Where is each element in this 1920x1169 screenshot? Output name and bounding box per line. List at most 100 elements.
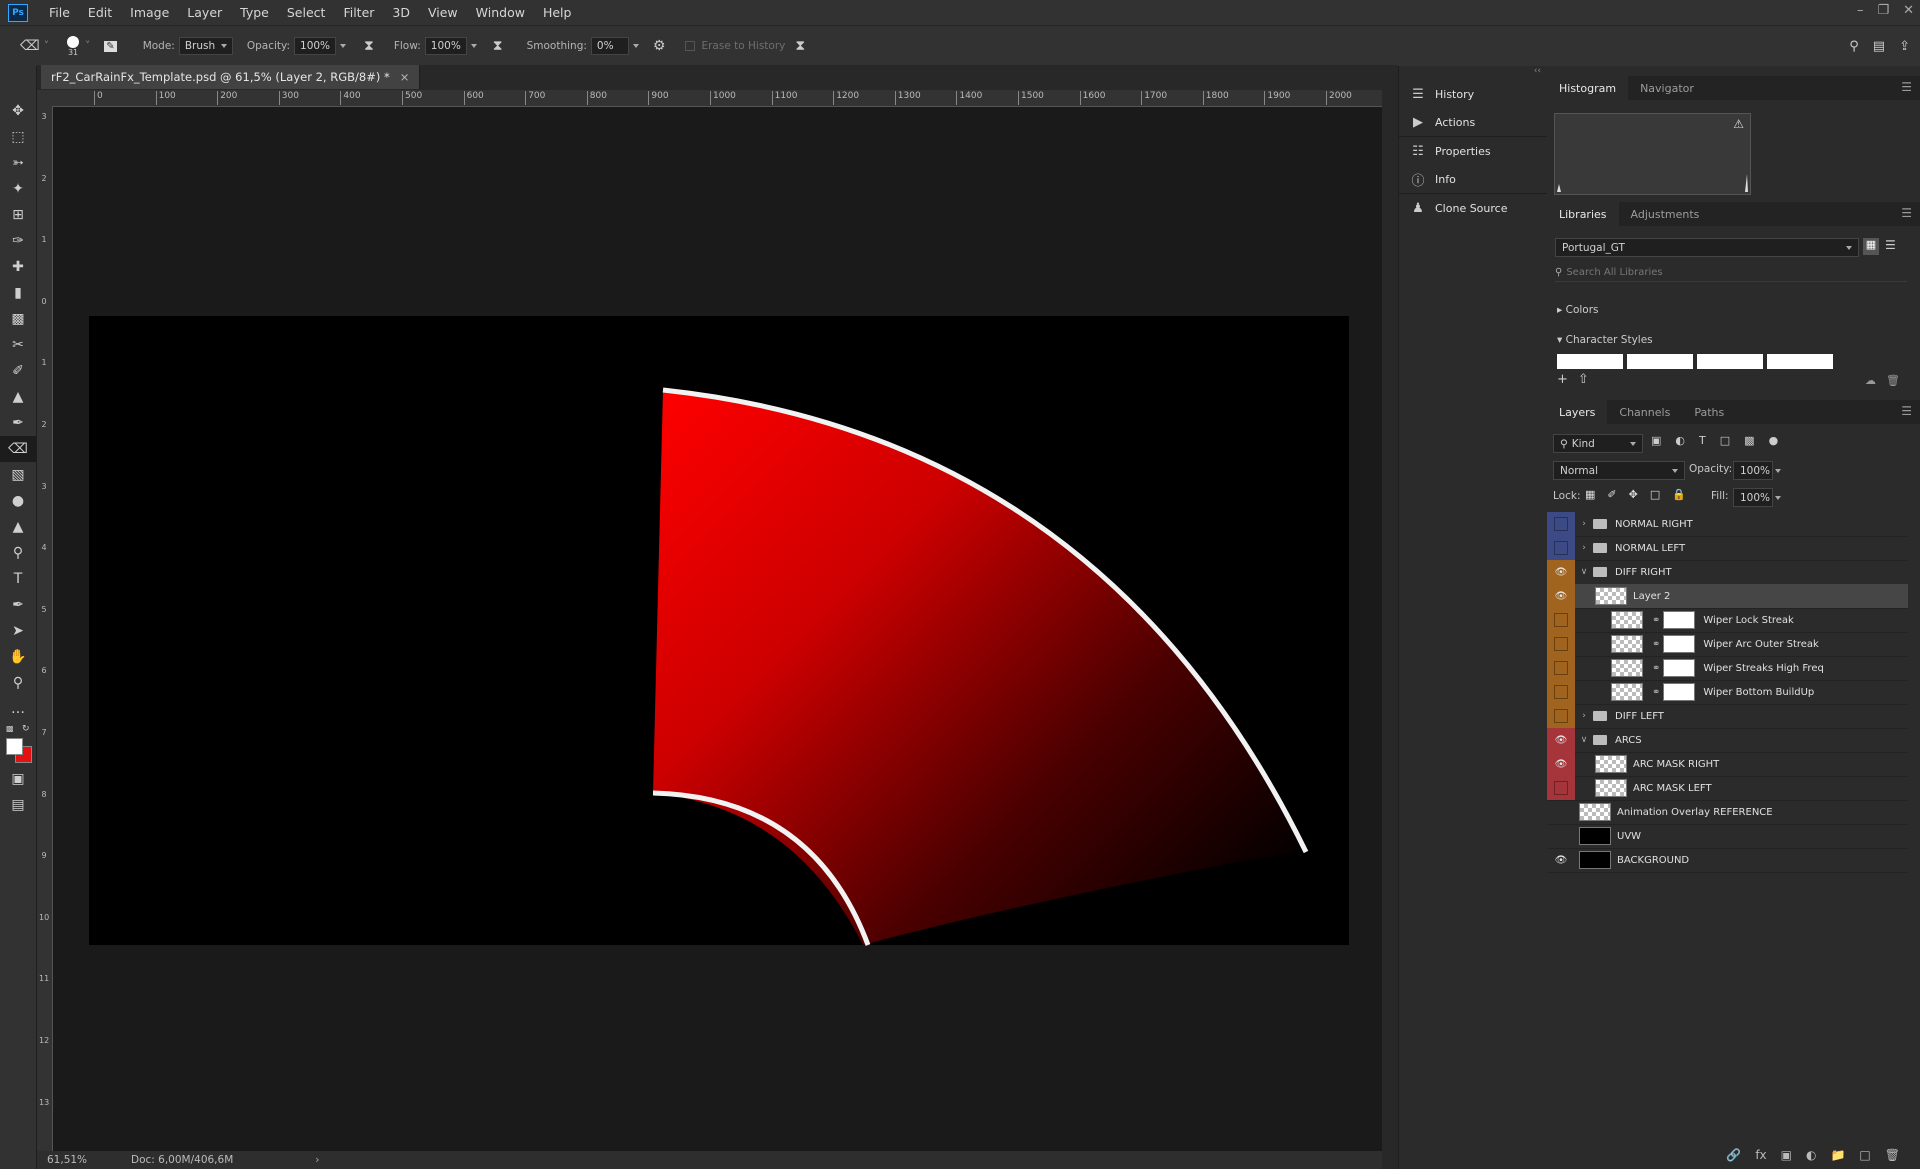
quick-mask-icon[interactable]: ▣ bbox=[0, 766, 36, 792]
layer-row[interactable]: 👁 Layer 2 bbox=[1547, 584, 1908, 609]
lock-artboard-icon[interactable]: □ bbox=[1650, 488, 1660, 501]
screen-mode-icon[interactable]: ▤ bbox=[0, 792, 36, 818]
workspace-icon[interactable]: ▤ bbox=[1873, 39, 1885, 54]
mask-thumbnail[interactable] bbox=[1663, 659, 1696, 677]
brush-preset-picker[interactable]: 31 bbox=[67, 35, 80, 57]
lock-transparent-icon[interactable]: ▦ bbox=[1585, 488, 1595, 501]
visibility-toggle[interactable]: 👁 bbox=[1547, 728, 1575, 752]
canvas-workspace[interactable] bbox=[53, 107, 1382, 1151]
style-thumbnail[interactable] bbox=[1627, 354, 1693, 369]
new-layer-icon[interactable]: □ bbox=[1859, 1148, 1870, 1169]
hand-tool-icon[interactable]: ✋ bbox=[0, 644, 36, 670]
lock-pixels-icon[interactable]: ✐ bbox=[1607, 488, 1616, 501]
layer-thumbnail[interactable] bbox=[1611, 659, 1643, 677]
menu-filter[interactable]: Filter bbox=[334, 5, 383, 20]
tab-histogram[interactable]: Histogram bbox=[1547, 76, 1629, 100]
layer-group-row[interactable]: 👁 ∨ DIFF RIGHT bbox=[1547, 560, 1908, 585]
magic-wand-tool-icon[interactable]: ✦ bbox=[0, 176, 36, 202]
close-tab-icon[interactable]: × bbox=[400, 70, 410, 84]
chevron-down-icon[interactable] bbox=[1769, 463, 1781, 476]
type-tool-icon[interactable]: T bbox=[0, 566, 36, 592]
gradient-tool-icon[interactable]: ▧ bbox=[0, 462, 36, 488]
type-filter-icon[interactable]: T bbox=[1699, 434, 1706, 447]
fx-icon[interactable]: fx bbox=[1755, 1148, 1766, 1169]
tab-paths[interactable]: Paths bbox=[1682, 400, 1736, 424]
layer-thumbnail[interactable] bbox=[1611, 635, 1643, 653]
tab-layers[interactable]: Layers bbox=[1547, 400, 1608, 424]
layer-row[interactable]: 👁 ARC MASK RIGHT bbox=[1547, 752, 1908, 777]
menu-image[interactable]: Image bbox=[121, 5, 178, 20]
menu-edit[interactable]: Edit bbox=[79, 5, 121, 20]
smart-object-filter-icon[interactable]: ▩ bbox=[1744, 434, 1754, 447]
style-thumbnail[interactable] bbox=[1697, 354, 1763, 369]
tab-navigator[interactable]: Navigator bbox=[1628, 76, 1706, 100]
visibility-toggle[interactable] bbox=[1547, 536, 1575, 560]
foreground-color-swatch[interactable] bbox=[6, 738, 23, 755]
visibility-toggle[interactable] bbox=[1547, 608, 1575, 632]
adjustment-filter-icon[interactable]: ◐ bbox=[1675, 434, 1685, 447]
layer-row[interactable]: ⚭ Wiper Arc Outer Streak bbox=[1547, 632, 1908, 657]
style-thumbnail[interactable] bbox=[1557, 354, 1623, 369]
add-icon[interactable]: + bbox=[1557, 372, 1568, 387]
creative-cloud-icon[interactable]: ☁ bbox=[1865, 374, 1876, 387]
menu-3d[interactable]: 3D bbox=[383, 5, 419, 20]
minimize-icon[interactable]: – bbox=[1857, 3, 1864, 18]
stamp-tool-icon[interactable]: ▩ bbox=[0, 306, 36, 332]
colors-section[interactable]: ▸ Colors bbox=[1557, 304, 1599, 316]
clone-source-panel-button[interactable]: ♟ Clone Source bbox=[1399, 194, 1547, 222]
move-tool-icon[interactable]: ✥ bbox=[0, 98, 36, 124]
pen-tool-icon[interactable]: ✒ bbox=[0, 592, 36, 618]
actions-panel-button[interactable]: ▶ Actions bbox=[1399, 108, 1547, 136]
layer-thumbnail[interactable] bbox=[1579, 827, 1611, 845]
link-icon[interactable]: ⚭ bbox=[1652, 663, 1660, 674]
style-thumbnail[interactable] bbox=[1767, 354, 1833, 369]
eyedropper-tool-icon[interactable]: ✑ bbox=[0, 228, 36, 254]
history-brush-tool-icon[interactable]: ✒ bbox=[0, 410, 36, 436]
scissors-icon[interactable]: ✂ bbox=[0, 332, 36, 358]
path-selection-tool-icon[interactable]: ➤ bbox=[0, 618, 36, 644]
chevron-down-icon[interactable] bbox=[632, 44, 639, 48]
layer-row[interactable]: ⚭ Wiper Bottom BuildUp bbox=[1547, 680, 1908, 705]
menu-view[interactable]: View bbox=[419, 5, 467, 20]
share-icon[interactable]: ⇪ bbox=[1899, 39, 1910, 54]
brush-tool-icon[interactable]: ✐ bbox=[0, 358, 36, 384]
layer-group-row[interactable]: › DIFF LEFT bbox=[1547, 704, 1908, 729]
chevron-down-icon[interactable]: ˅ bbox=[85, 40, 90, 52]
visibility-toggle[interactable] bbox=[1547, 704, 1575, 728]
layer-row[interactable]: Animation Overlay REFERENCE bbox=[1547, 800, 1908, 825]
visibility-toggle[interactable]: 👁 bbox=[1547, 752, 1575, 776]
info-panel-button[interactable]: ⓘ Info bbox=[1399, 165, 1547, 193]
smoothing-input[interactable]: 0% bbox=[590, 37, 629, 55]
mask-thumbnail[interactable] bbox=[1663, 611, 1696, 629]
layer-filter-kind[interactable]: ⚲ Kind bbox=[1553, 434, 1643, 453]
layer-group-row[interactable]: 👁 ∨ ARCS bbox=[1547, 728, 1908, 753]
chevron-right-icon[interactable]: › bbox=[1579, 543, 1589, 553]
blend-mode-select[interactable]: Normal bbox=[1553, 461, 1685, 480]
panel-menu-icon[interactable]: ☰ bbox=[1901, 206, 1912, 220]
restore-icon[interactable]: ❐ bbox=[1877, 3, 1889, 18]
dodge-tool-icon[interactable]: ⚲ bbox=[0, 540, 36, 566]
adjustment-layer-icon[interactable]: ◐ bbox=[1806, 1148, 1816, 1169]
crop-tool-icon[interactable]: ⊞ bbox=[0, 202, 36, 228]
vertical-ruler[interactable]: 3 2 1 0 1 2 3 4 5 6 7 8 9 10 11 12 13 bbox=[37, 106, 53, 1151]
zoom-tool-icon[interactable]: ⚲ bbox=[0, 670, 36, 696]
mask-thumbnail[interactable] bbox=[1663, 635, 1696, 653]
link-icon[interactable]: ⚭ bbox=[1652, 639, 1660, 650]
layer-row[interactable]: ⚭ Wiper Lock Streak bbox=[1547, 608, 1908, 633]
add-mask-icon[interactable]: ▣ bbox=[1781, 1148, 1792, 1169]
menu-select[interactable]: Select bbox=[278, 5, 335, 20]
properties-panel-button[interactable]: ☷ Properties bbox=[1399, 137, 1547, 165]
gear-icon[interactable]: ⚙ bbox=[653, 38, 666, 54]
layer-thumbnail[interactable] bbox=[1579, 851, 1611, 869]
layer-thumbnail[interactable] bbox=[1611, 611, 1643, 629]
menu-type[interactable]: Type bbox=[231, 5, 278, 20]
sharpen-tool-icon[interactable]: ▲ bbox=[0, 514, 36, 540]
zoom-level[interactable]: 61,51% bbox=[47, 1154, 107, 1166]
mode-select[interactable]: Brush bbox=[178, 37, 233, 55]
lasso-tool-icon[interactable]: ➳ bbox=[0, 150, 36, 176]
flow-input[interactable]: 100% bbox=[424, 37, 467, 55]
layer-thumbnail[interactable] bbox=[1611, 683, 1643, 701]
character-styles-section[interactable]: ▾ Character Styles bbox=[1557, 334, 1653, 346]
tab-libraries[interactable]: Libraries bbox=[1547, 202, 1619, 226]
clone-stamp-tool-icon[interactable]: ▲ bbox=[0, 384, 36, 410]
